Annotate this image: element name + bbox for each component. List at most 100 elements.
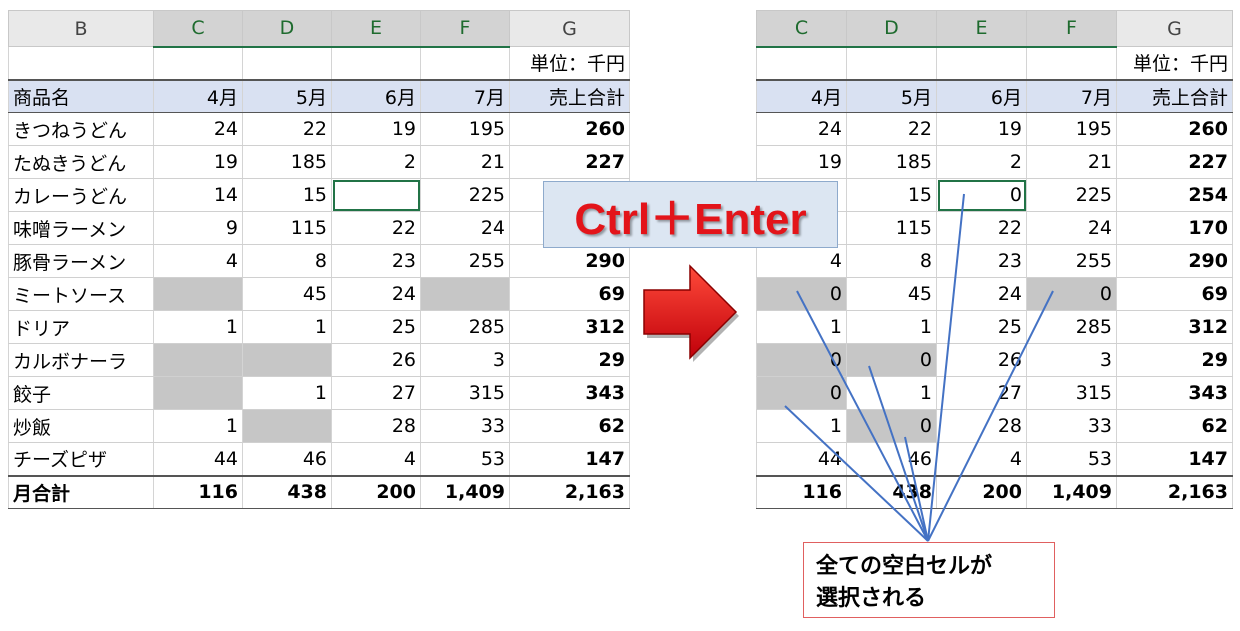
row-total-cell[interactable]: 147 — [509, 442, 630, 476]
value-cell[interactable]: 255 — [420, 244, 510, 278]
header-cell-jul[interactable]: 7月 — [420, 78, 510, 113]
value-cell[interactable]: 1 — [242, 376, 332, 410]
filled-blank-cell[interactable]: 0 — [846, 343, 937, 377]
column-header-g[interactable]: G — [1116, 10, 1233, 47]
header-cell-total[interactable]: 売上合計 — [1116, 78, 1233, 113]
total-cell[interactable]: 116 — [756, 474, 847, 509]
product-name-cell[interactable]: カルボナーラ — [8, 343, 154, 377]
value-cell[interactable]: 195 — [420, 112, 510, 146]
value-cell[interactable]: 22 — [846, 112, 937, 146]
value-cell[interactable]: 14 — [153, 178, 243, 212]
value-cell[interactable]: 24 — [420, 211, 510, 245]
value-cell[interactable]: 23 — [936, 244, 1027, 278]
row-total-cell[interactable]: 29 — [1116, 343, 1233, 377]
value-cell[interactable]: 23 — [331, 244, 421, 278]
total-cell[interactable]: 116 — [153, 474, 243, 509]
value-cell[interactable]: 8 — [846, 244, 937, 278]
value-cell[interactable]: 26 — [331, 343, 421, 377]
value-cell[interactable]: 53 — [1026, 442, 1117, 476]
value-cell[interactable]: 45 — [846, 277, 937, 311]
header-cell-product[interactable]: 商品名 — [8, 78, 154, 113]
value-cell[interactable]: 19 — [331, 112, 421, 146]
value-cell[interactable]: 185 — [846, 145, 937, 179]
value-cell[interactable]: 22 — [331, 211, 421, 245]
product-name-cell[interactable]: 炒飯 — [8, 409, 154, 443]
cell[interactable] — [756, 46, 847, 80]
value-cell[interactable]: 9 — [153, 211, 243, 245]
column-header-c[interactable]: C — [153, 10, 243, 48]
filled-blank-cell[interactable]: 0 — [756, 343, 847, 377]
value-cell[interactable]: 1 — [846, 310, 937, 344]
value-cell[interactable]: 1 — [153, 409, 243, 443]
blank-cell[interactable] — [153, 376, 243, 410]
value-cell[interactable]: 4 — [936, 442, 1027, 476]
row-total-cell[interactable]: 69 — [1116, 277, 1233, 311]
value-cell[interactable]: 45 — [242, 277, 332, 311]
column-header-e[interactable]: E — [331, 10, 421, 48]
cell[interactable] — [846, 46, 937, 80]
value-cell[interactable]: 255 — [1026, 244, 1117, 278]
value-cell[interactable]: 25 — [331, 310, 421, 344]
value-cell[interactable]: 315 — [1026, 376, 1117, 410]
value-cell[interactable]: 28 — [936, 409, 1027, 443]
product-name-cell[interactable]: カレーうどん — [8, 178, 154, 212]
row-total-cell[interactable]: 343 — [509, 376, 630, 410]
row-total-cell[interactable]: 312 — [509, 310, 630, 344]
value-cell[interactable]: 25 — [936, 310, 1027, 344]
value-cell[interactable]: 1 — [242, 310, 332, 344]
value-cell[interactable]: 195 — [1026, 112, 1117, 146]
column-header-g[interactable]: G — [509, 10, 630, 47]
blank-cell[interactable] — [153, 343, 243, 377]
row-total-cell[interactable]: 227 — [509, 145, 630, 179]
value-cell[interactable]: 2 — [331, 145, 421, 179]
value-cell[interactable]: 46 — [242, 442, 332, 476]
blank-cell[interactable] — [242, 409, 332, 443]
value-cell[interactable]: 24 — [153, 112, 243, 146]
row-total-cell[interactable]: 227 — [1116, 145, 1233, 179]
value-cell[interactable]: 19 — [756, 145, 847, 179]
value-cell[interactable]: 285 — [1026, 310, 1117, 344]
total-cell[interactable]: 438 — [242, 474, 332, 509]
column-header-c[interactable]: C — [756, 10, 847, 48]
header-cell-total[interactable]: 売上合計 — [509, 78, 630, 113]
column-header-d[interactable]: D — [846, 10, 937, 48]
value-cell[interactable]: 4 — [153, 244, 243, 278]
value-cell[interactable]: 27 — [331, 376, 421, 410]
row-total-cell[interactable]: 69 — [509, 277, 630, 311]
cell[interactable] — [420, 46, 510, 80]
header-cell-apr[interactable]: 4月 — [153, 78, 243, 113]
column-header-e[interactable]: E — [936, 10, 1027, 48]
value-cell[interactable]: 225 — [1026, 178, 1117, 212]
row-total-cell[interactable]: 170 — [1116, 211, 1233, 245]
product-name-cell[interactable]: 餃子 — [8, 376, 154, 410]
cell[interactable] — [8, 46, 154, 80]
value-cell[interactable]: 33 — [1026, 409, 1117, 443]
value-cell[interactable]: 225 — [420, 178, 510, 212]
header-cell-jun[interactable]: 6月 — [331, 78, 421, 113]
value-cell[interactable]: 4 — [331, 442, 421, 476]
value-cell[interactable]: 24 — [936, 277, 1027, 311]
value-cell[interactable]: 53 — [420, 442, 510, 476]
row-total-cell[interactable]: 343 — [1116, 376, 1233, 410]
value-cell[interactable]: 33 — [420, 409, 510, 443]
row-total-cell[interactable]: 62 — [1116, 409, 1233, 443]
total-cell[interactable]: 438 — [846, 474, 937, 509]
total-cell[interactable]: 2,163 — [1116, 474, 1233, 509]
blank-cell[interactable] — [420, 277, 510, 311]
value-cell[interactable]: 1 — [756, 310, 847, 344]
value-cell[interactable]: 24 — [756, 112, 847, 146]
total-cell[interactable]: 200 — [331, 474, 421, 509]
product-name-cell[interactable]: ミートソース — [8, 277, 154, 311]
product-name-cell[interactable]: チーズピザ — [8, 442, 154, 476]
active-cell[interactable] — [331, 178, 421, 212]
row-total-cell[interactable]: 147 — [1116, 442, 1233, 476]
value-cell[interactable]: 22 — [242, 112, 332, 146]
value-cell[interactable]: 15 — [242, 178, 332, 212]
value-cell[interactable]: 1 — [153, 310, 243, 344]
value-cell[interactable]: 28 — [331, 409, 421, 443]
unit-label[interactable]: 単位：千円 — [509, 46, 630, 80]
product-name-cell[interactable]: ドリア — [8, 310, 154, 344]
value-cell[interactable]: 115 — [846, 211, 937, 245]
value-cell[interactable]: 2 — [936, 145, 1027, 179]
value-cell[interactable]: 19 — [153, 145, 243, 179]
